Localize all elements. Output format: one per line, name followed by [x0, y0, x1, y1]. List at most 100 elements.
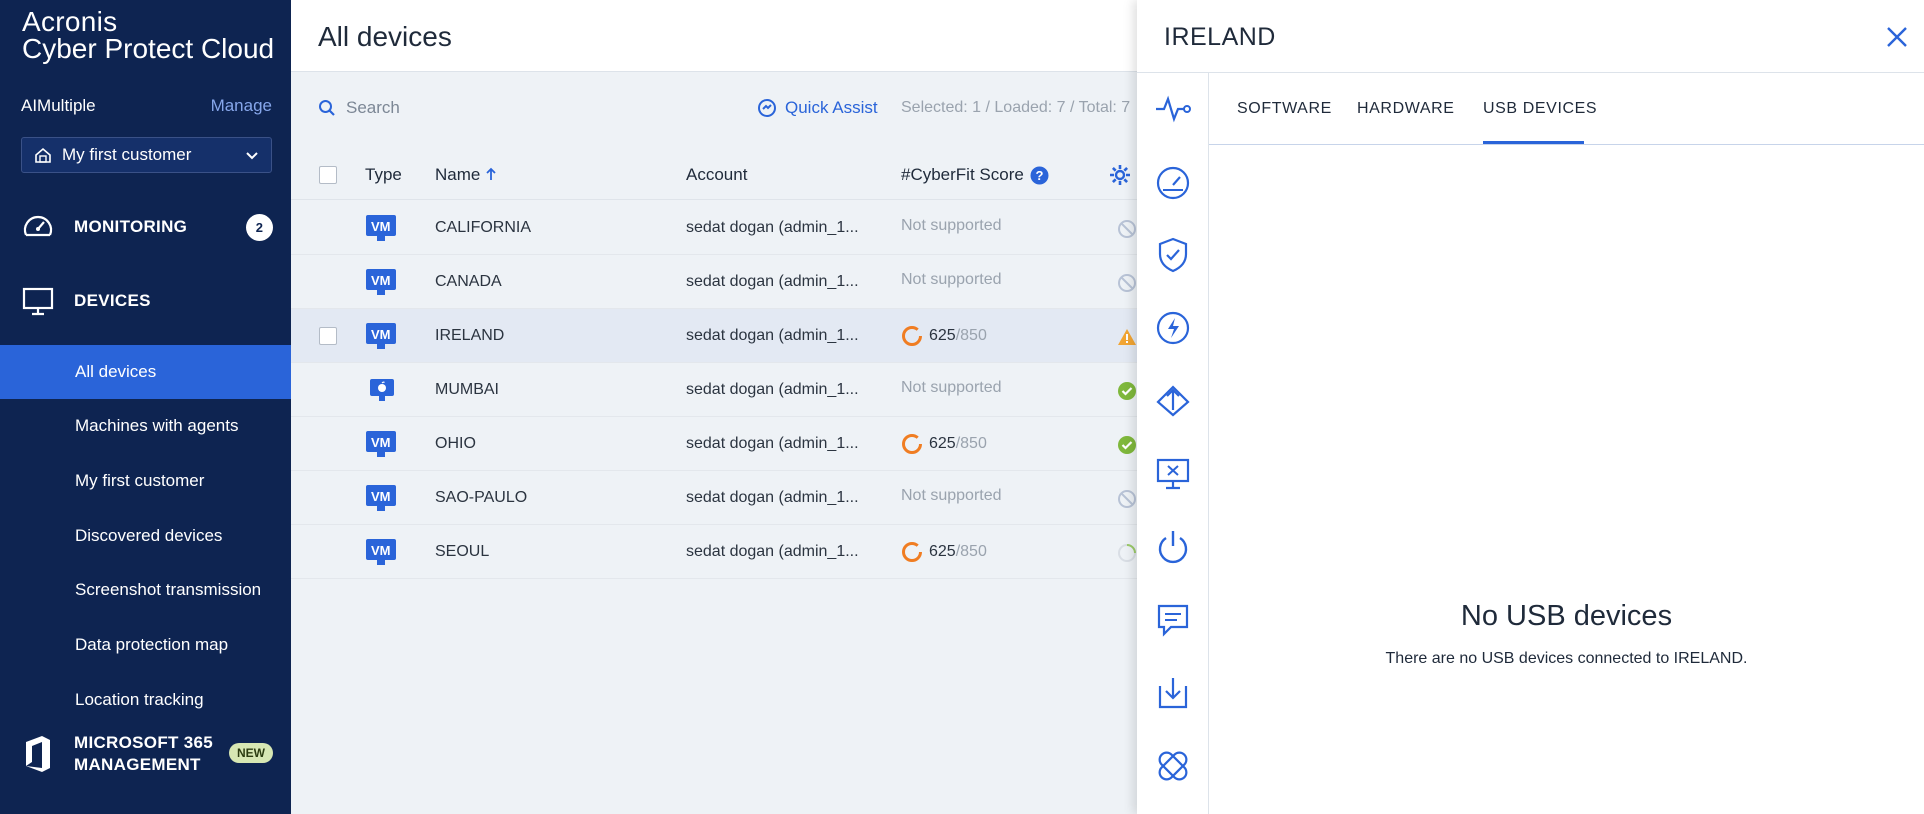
column-cyberfit-label: #CyberFit Score [901, 165, 1024, 184]
table-row[interactable]: VM CALIFORNIA sedat dogan (admin_1... No… [291, 201, 1137, 255]
sidebar-item-machines-with-agents[interactable]: Machines with agents [0, 399, 291, 453]
unsupported-icon [1118, 490, 1136, 508]
customer-select-value: My first customer [62, 145, 192, 164]
cyberfit-score: Not supported [901, 217, 1002, 234]
sidebar-item-location-tracking[interactable]: Location tracking [0, 673, 291, 727]
chevron-down-icon [246, 152, 258, 160]
sidebar-item-data-protection-map[interactable]: Data protection map [0, 618, 291, 672]
patch-icon[interactable] [1154, 747, 1192, 785]
table-row[interactable]: VM SAO-PAULO sedat dogan (admin_1... Not… [291, 471, 1137, 525]
chat-icon[interactable] [1154, 601, 1192, 639]
cyberfit-score: 625/850 [901, 325, 987, 347]
panel-title: IRELAND [1164, 23, 1276, 51]
table-header: Type Name Account #CyberFit Score ? [291, 150, 1137, 200]
sidebar-item-all-devices[interactable]: All devices [0, 345, 291, 399]
score-max: /850 [955, 435, 987, 452]
monitor-icon [22, 287, 54, 316]
close-icon[interactable] [1884, 24, 1910, 50]
remote-desktop-icon[interactable] [1154, 455, 1192, 493]
cyberfit-score: Not supported [901, 379, 1002, 396]
recovery-icon[interactable] [1154, 382, 1192, 420]
device-name[interactable]: MUMBAI [435, 381, 499, 399]
nav-microsoft-365[interactable]: MICROSOFT 365 MANAGEMENT [20, 732, 213, 776]
device-name[interactable]: OHIO [435, 435, 476, 453]
table-row[interactable]: VM IRELAND sedat dogan (admin_1... 625/8… [291, 309, 1137, 363]
quick-assist-button[interactable]: Quick Assist [757, 98, 878, 118]
device-account: sedat dogan (admin_1... [686, 489, 859, 506]
score-max: /850 [955, 327, 987, 344]
sidebar-item-screenshot-transmission[interactable]: Screenshot transmission [0, 563, 291, 617]
power-icon[interactable] [1154, 528, 1192, 566]
type-label: VM [371, 489, 391, 504]
table-row[interactable]: VM CANADA sedat dogan (admin_1... Not su… [291, 255, 1137, 309]
device-account: sedat dogan (admin_1... [686, 435, 859, 452]
table-row[interactable]: VM OHIO sedat dogan (admin_1... 625/850 [291, 417, 1137, 471]
page-title: All devices [318, 21, 452, 52]
activity-icon[interactable] [1154, 90, 1192, 128]
score-value: 625 [929, 327, 956, 344]
table-row[interactable]: VM SEOUL sedat dogan (admin_1... 625/850 [291, 525, 1137, 579]
select-all-checkbox[interactable] [319, 166, 337, 184]
shield-check-icon[interactable] [1154, 236, 1192, 274]
nav-devices[interactable]: DEVICES [0, 283, 291, 319]
empty-state-title: No USB devices [1460, 600, 1673, 632]
new-badge: NEW [229, 743, 273, 763]
mac-icon [370, 379, 394, 401]
customer-name: AIMultiple [21, 96, 96, 115]
device-account: sedat dogan (admin_1... [686, 543, 859, 560]
brand-product: Cyber Protect Cloud [22, 33, 275, 64]
table-row[interactable]: MUMBAI sedat dogan (admin_1... Not suppo… [291, 363, 1137, 417]
column-cyberfit[interactable]: #CyberFit Score ? [901, 165, 1049, 185]
device-name[interactable]: CANADA [435, 273, 502, 291]
unsupported-icon [1118, 220, 1136, 238]
score-max: /850 [955, 543, 987, 560]
cyberfit-score: 625/850 [901, 433, 987, 455]
type-label: VM [371, 435, 391, 450]
column-account[interactable]: Account [686, 165, 747, 185]
type-label: VM [371, 543, 391, 558]
device-account: sedat dogan (admin_1... [686, 327, 859, 344]
main-content: All devices Search Quick Assist Selected… [291, 0, 1137, 814]
gear-icon[interactable] [1109, 164, 1131, 186]
check-circle-icon [1118, 436, 1136, 454]
download-icon[interactable] [1154, 674, 1192, 712]
ms365-label-line2: MANAGEMENT [74, 755, 201, 774]
cyberfit-score: Not supported [901, 487, 1002, 504]
device-name[interactable]: IRELAND [435, 327, 504, 345]
type-label: VM [371, 273, 391, 288]
device-name[interactable]: CALIFORNIA [435, 219, 531, 237]
tab-usb-devices[interactable]: USB DEVICES [1483, 100, 1597, 118]
nav-devices-label: DEVICES [74, 291, 151, 310]
dashboard-icon[interactable] [1154, 163, 1192, 201]
tab-software[interactable]: SOFTWARE [1237, 100, 1332, 118]
column-type[interactable]: Type [365, 165, 402, 185]
type-label: VM [371, 219, 391, 234]
search-input[interactable]: Search [318, 98, 400, 118]
svg-text:?: ? [1035, 168, 1043, 183]
search-placeholder: Search [346, 98, 400, 117]
column-name[interactable]: Name [435, 165, 497, 185]
sidebar-item-my-first-customer[interactable]: My first customer [0, 454, 291, 508]
column-name-label: Name [435, 165, 481, 184]
score-ring-icon [902, 434, 922, 454]
customer-select[interactable]: My first customer [21, 137, 272, 173]
sort-ascending-icon [486, 167, 496, 180]
quick-assist-label: Quick Assist [785, 98, 878, 117]
score-value: 625 [929, 543, 956, 560]
tab-hardware[interactable]: HARDWARE [1357, 100, 1455, 118]
nav-monitoring[interactable]: MONITORING 2 [0, 209, 291, 245]
sidebar-item-discovered-devices[interactable]: Discovered devices [0, 509, 291, 563]
loading-spinner-icon [1118, 544, 1136, 562]
row-checkbox[interactable] [319, 327, 337, 345]
score-ring-icon [902, 326, 922, 346]
manage-link[interactable]: Manage [211, 96, 272, 116]
lightning-icon[interactable] [1154, 309, 1192, 347]
cyberfit-score: Not supported [901, 271, 1002, 288]
device-name[interactable]: SEOUL [435, 543, 489, 561]
help-icon[interactable]: ? [1030, 166, 1049, 185]
monitoring-badge: 2 [246, 213, 273, 241]
gauge-icon [23, 215, 53, 237]
device-name[interactable]: SAO-PAULO [435, 489, 527, 507]
tabs-divider [1209, 144, 1924, 145]
office-icon [26, 736, 50, 772]
